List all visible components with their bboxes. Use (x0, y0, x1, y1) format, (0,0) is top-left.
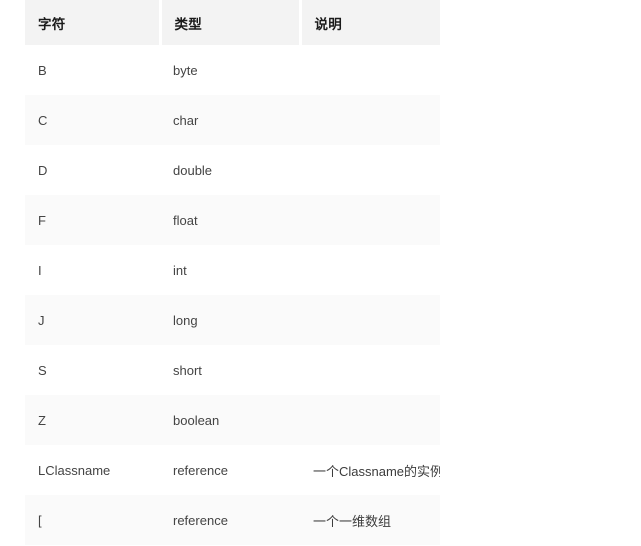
cell-description (300, 145, 440, 195)
cell-char: Z (38, 412, 46, 428)
cell-char: D (38, 162, 48, 178)
cell-char: C (38, 112, 48, 128)
cell-description (300, 45, 440, 95)
cell-description (300, 295, 440, 345)
cell-char: F (38, 212, 46, 228)
cell-char: LClassname (38, 462, 111, 478)
cell-type: boolean (173, 412, 220, 428)
table-row: B byte (25, 45, 440, 95)
page-root: 字符 类型 说明 B byte C char D double F float … (0, 0, 641, 546)
table-row: C char (25, 95, 440, 145)
table-row: F float (25, 195, 440, 245)
cell-char: J (38, 312, 45, 328)
table-body: B byte C char D double F float I int J l… (25, 45, 440, 545)
table-row: J long (25, 295, 440, 345)
cell-description (300, 345, 440, 395)
cell-type: reference (173, 512, 228, 528)
cell-description (300, 95, 440, 145)
cell-description: 一个Classname的实例 (313, 463, 440, 479)
table-row: D double (25, 145, 440, 195)
column-header-char: 字符 (25, 0, 162, 45)
cell-description: 一个一维数组 (313, 513, 392, 529)
table-row: [ reference 一个一维数组 (25, 495, 440, 545)
cell-description (300, 245, 440, 295)
type-descriptor-table: 字符 类型 说明 B byte C char D double F float … (25, 0, 440, 545)
cell-char: B (38, 62, 47, 78)
cell-type: reference (173, 462, 228, 478)
table-row: S short (25, 345, 440, 395)
cell-char: [ (38, 512, 42, 528)
column-header-type: 类型 (160, 0, 302, 45)
cell-type: char (173, 112, 199, 128)
cell-char: S (38, 362, 47, 378)
table-row: LClassname reference 一个Classname的实例 (25, 445, 440, 495)
cell-type: byte (173, 62, 198, 78)
cell-type: int (173, 262, 187, 278)
cell-type: float (173, 212, 198, 228)
table-row: I int (25, 245, 440, 295)
cell-type: double (173, 162, 213, 178)
table-row: Z boolean (25, 395, 440, 445)
table-header-row: 字符 类型 说明 (25, 0, 440, 45)
cell-description (300, 195, 440, 245)
cell-type: long (173, 312, 198, 328)
cell-char: I (38, 262, 42, 278)
cell-type: short (173, 362, 202, 378)
cell-description (300, 395, 440, 445)
table-header: 字符 类型 说明 (25, 0, 440, 45)
column-header-description: 说明 (314, 16, 343, 32)
